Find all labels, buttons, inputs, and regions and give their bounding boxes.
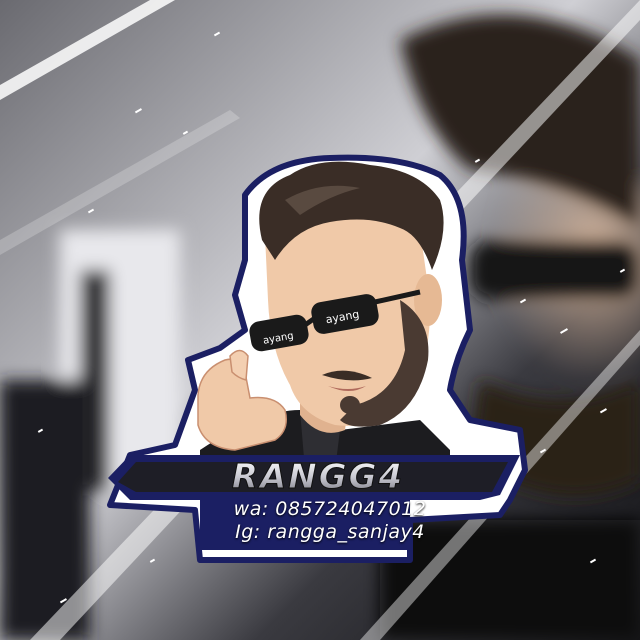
instagram-contact: Ig: rangga_sanjay4 [235, 521, 425, 543]
whatsapp-contact: wa: 085724047012 [233, 498, 427, 520]
sticker-artwork: ayang ayang RANGG4 [0, 0, 640, 640]
artwork: ayang ayang RANGG4 wa: 085724047012 Ig: … [0, 0, 640, 640]
logo-text: RANGG4 [232, 457, 404, 497]
